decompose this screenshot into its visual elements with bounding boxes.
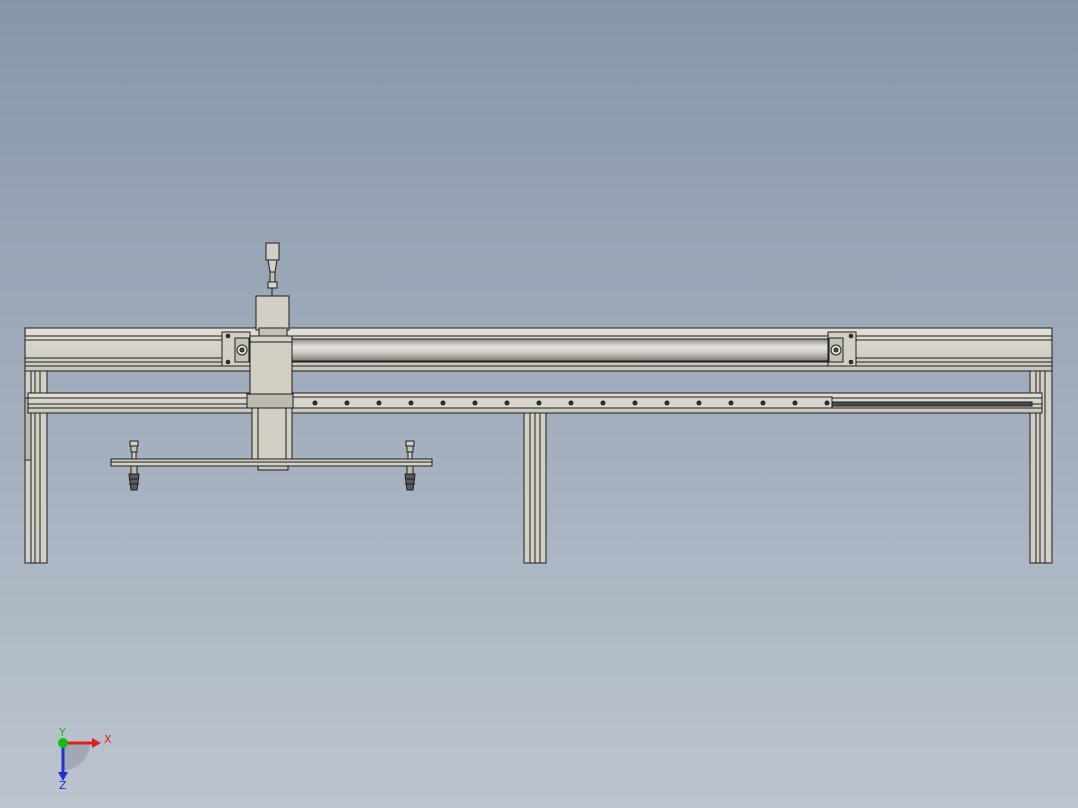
z-axis-label: Z: [59, 779, 67, 792]
carriage-z-axis: [246, 295, 294, 471]
suction-cup-right: [404, 440, 416, 491]
suction-cup-left: [128, 440, 140, 491]
frame-leg-middle: [523, 407, 547, 564]
y-axis-label: Y: [58, 728, 66, 739]
linear-guide-rail: [27, 392, 1043, 414]
pneumatic-cylinder: [289, 338, 841, 362]
y-axis-dot: [58, 738, 68, 748]
end-bracket-right: [827, 331, 857, 367]
orientation-triad[interactable]: X Y Z: [40, 728, 120, 792]
triad-shadow: [63, 743, 90, 770]
suction-crossbar: [110, 458, 433, 467]
top-fitting: [265, 242, 280, 296]
end-bracket-left: [221, 331, 251, 367]
x-axis-label: X: [104, 733, 112, 746]
gantry-model[interactable]: [0, 0, 1078, 808]
graphics-viewport[interactable]: X Y Z: [0, 0, 1078, 808]
